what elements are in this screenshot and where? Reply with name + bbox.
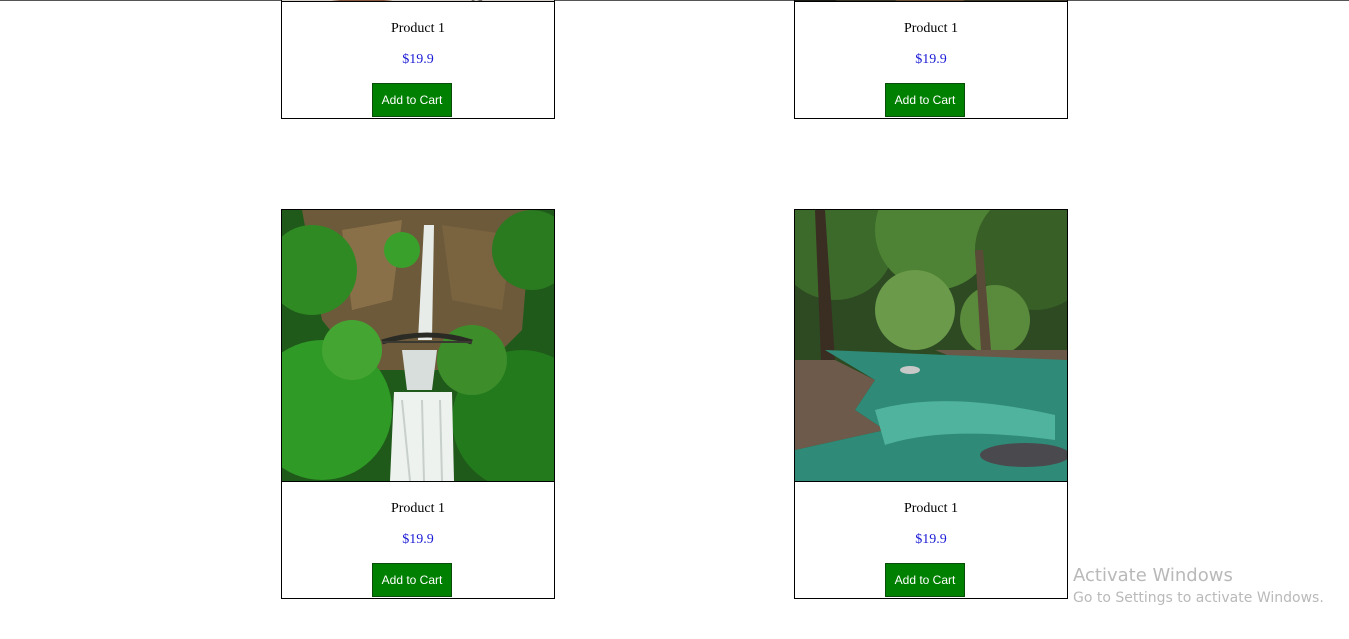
- watermark-subtitle: Go to Settings to activate Windows.: [1073, 590, 1324, 606]
- product-card: Product 1 $19.9 Add to Cart: [281, 209, 555, 599]
- watermark-title: Activate Windows: [1073, 565, 1233, 586]
- product-price: $19.9: [402, 52, 434, 67]
- add-to-cart-button[interactable]: Add to Cart: [372, 563, 452, 597]
- product-image[interactable]: [282, 210, 554, 482]
- windows-activation-watermark: Activate Windows Go to Settings to activ…: [1073, 565, 1324, 608]
- product-card: Product 1 $19.9 Add to Cart: [794, 209, 1068, 599]
- product-name: Product 1: [903, 501, 959, 516]
- viewport-top-edge: [0, 0, 1349, 1]
- add-to-cart-button[interactable]: Add to Cart: [885, 563, 965, 597]
- product-card: Product 1 $19.9 Add to Cart: [794, 0, 1068, 119]
- product-card: Product 1 $19.9 Add to Cart: [281, 0, 555, 119]
- product-price: $19.9: [402, 532, 434, 547]
- add-to-cart-button[interactable]: Add to Cart: [372, 83, 452, 117]
- add-to-cart-button[interactable]: Add to Cart: [885, 83, 965, 117]
- product-price: $19.9: [915, 532, 947, 547]
- product-name: Product 1: [390, 21, 446, 36]
- product-name: Product 1: [903, 21, 959, 36]
- product-image[interactable]: [795, 210, 1067, 482]
- product-name: Product 1: [390, 501, 446, 516]
- product-price: $19.9: [915, 52, 947, 67]
